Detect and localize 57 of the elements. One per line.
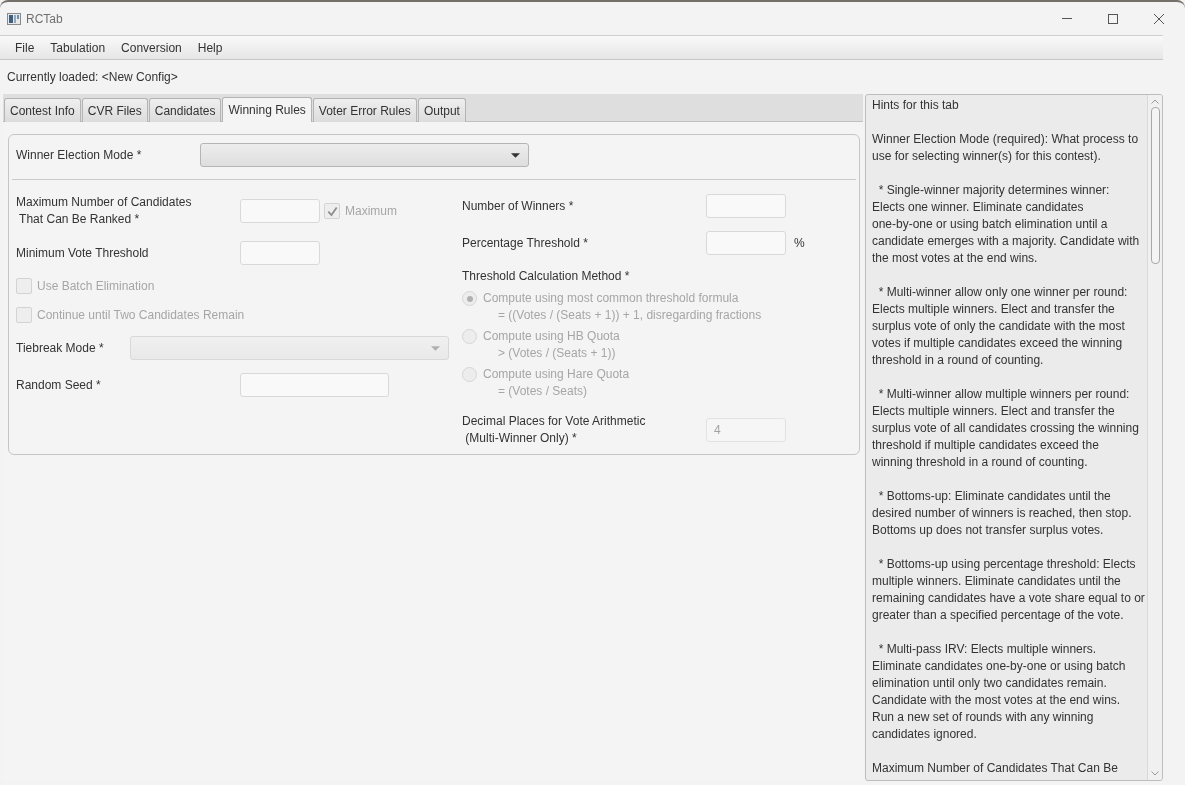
field-label: Percentage Threshold * [462, 234, 589, 252]
group-label: Threshold Calculation Method * [462, 268, 631, 285]
check-icon [326, 205, 338, 217]
checkbox-label: Use Batch Elimination [37, 279, 155, 293]
formula-text: = ((Votes / (Seats + 1)) + 1, disregarding fractions [498, 307, 763, 324]
menu-item[interactable]: File [7, 37, 43, 58]
hint-paragraph: * Multi-winner allow only one winner per round: Elects multiple winners. Elect and transfer the surplus vote of only the candidate with the most votes if multiple candidates exceed the winning threshold in a round of counting. [872, 284, 1129, 369]
scrollbar-thumb[interactable] [1150, 107, 1160, 264]
menu-item[interactable]: Help [189, 37, 231, 58]
formula-text: > (Votes / (Seats + 1)) [498, 345, 617, 362]
chevron-down-icon[interactable] [1151, 771, 1159, 776]
input-field[interactable] [240, 241, 320, 265]
field-label: Number of Winners * [462, 197, 575, 215]
menu-item[interactable]: Conversion [113, 37, 190, 58]
app-icon [7, 12, 21, 25]
status-text: Currently loaded: <New Config> [7, 70, 178, 84]
close-icon [1154, 13, 1164, 24]
radio-label: Compute using HB Quota [483, 328, 620, 345]
hint-paragraph: * Single-winner majority determines winner: Elects one winner. Eliminate candidates one-by-one or using batch elimination until a candidate emerges with a majority. Candidate with the most votes at the end wins. [872, 182, 1141, 267]
window-title: RCTab [26, 11, 63, 26]
input-field[interactable] [706, 194, 786, 218]
hints-title: Hints for this tab [872, 97, 960, 114]
menu-item[interactable]: Tabulation [42, 37, 114, 58]
maximize-icon [1108, 13, 1118, 24]
hint-paragraph: Winner Election Mode (required): What process to use for selecting winner(s) for this contest). [872, 131, 1140, 165]
caret-icon [431, 345, 440, 351]
chevron-up-icon[interactable] [1151, 99, 1159, 104]
input-field[interactable] [240, 373, 389, 397]
radio-label: Compute using Hare Quota [483, 366, 630, 383]
field-label: Winner Election Mode * [16, 146, 143, 164]
formula-text: = (Votes / Seats) [498, 383, 589, 400]
radio-label: Compute using most common threshold formula [483, 290, 739, 307]
tab[interactable]: CVR Files [81, 98, 148, 122]
checkbox-label: Continue until Two Candidates Remain [37, 308, 245, 322]
vertical-scrollbar[interactable] [1147, 95, 1162, 780]
tab[interactable]: Candidates [148, 98, 222, 122]
tab[interactable]: Winning Rules [222, 97, 312, 122]
caret-icon [511, 152, 520, 158]
dropdown[interactable] [200, 143, 529, 167]
hint-paragraph: * Bottoms-up: Eliminate candidates until the desired number of winners is reached, then stop. Bottoms up does not transfer surplus votes. [872, 488, 1133, 539]
unit-label: % [794, 236, 805, 250]
hint-paragraph: * Multi-pass IRV: Elects multiple winners. Eliminate candidates one-by-one or using batch elimination until only two candidates remain. Candidate with the most votes at the end wins. Run a new set of rounds with any winning candidates ignored. [872, 641, 1127, 743]
field-label: Random Seed * [16, 376, 102, 394]
field-label: Maximum Number of Candidates That Can Be Ranked * [16, 194, 193, 228]
field-label: Tiebreak Mode * [16, 339, 105, 357]
tab[interactable]: Output [417, 98, 466, 122]
field-label: Decimal Places for Vote Arithmetic (Multi-Winner Only) * [462, 413, 647, 447]
minimize-icon [1062, 18, 1072, 19]
input-field[interactable] [706, 231, 786, 255]
hint-paragraph: Maximum Number of Candidates That Can Be [872, 760, 1119, 777]
hint-paragraph: * Multi-winner allow multiple winners per round: Elects multiple winners. Elect and transfer the surplus vote of all candidates crossing the winning threshold if multiple candidates exceed the winning threshold in a round of counting. [872, 386, 1140, 471]
hint-paragraph: * Bottoms-up using percentage threshold: Elects multiple winners. Eliminate candidates until the remaining candidates have a vote share equal to or greater than a specified percentage of the vote. [872, 556, 1146, 624]
input-field[interactable] [240, 199, 320, 223]
tab[interactable]: Contest Info [4, 98, 81, 122]
checkbox-label: Maximum [345, 204, 397, 218]
field-label: Minimum Vote Threshold [16, 244, 150, 262]
tab[interactable]: Voter Error Rules [312, 98, 417, 122]
